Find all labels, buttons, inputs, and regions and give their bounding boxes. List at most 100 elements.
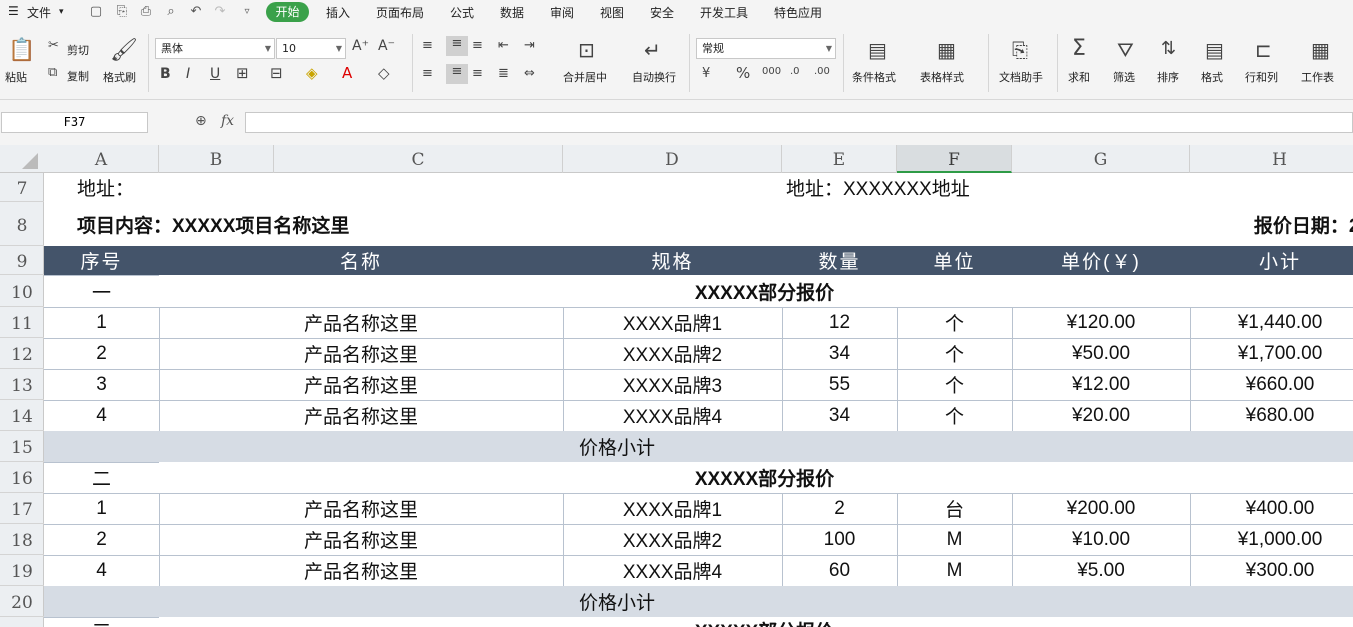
row-header-20[interactable]: 20 <box>0 586 44 617</box>
table-style-button[interactable]: 表格样式 <box>920 69 964 85</box>
paste-button[interactable]: 粘贴 <box>5 69 27 85</box>
item-unit[interactable]: M <box>897 524 1012 555</box>
merge-center-button[interactable]: 合并居中 <box>563 69 607 85</box>
row-header-8[interactable]: 8 <box>0 202 44 246</box>
conditional-format-icon[interactable]: ▤ <box>868 38 887 62</box>
section-title[interactable]: XXXXX部分报价 <box>159 462 1353 493</box>
doc-assistant-icon[interactable]: ⎘ <box>1012 38 1028 62</box>
copy-icon[interactable]: ⧉ <box>48 65 57 80</box>
item-spec[interactable]: XXXX品牌2 <box>563 524 782 555</box>
item-qty[interactable]: 34 <box>782 338 897 369</box>
item-no[interactable]: 1 <box>44 493 159 524</box>
item-subtotal[interactable]: ¥1,440.00 <box>1190 307 1353 338</box>
sort-button[interactable]: 排序 <box>1157 69 1179 85</box>
cut-button[interactable]: 剪切 <box>67 42 89 58</box>
item-price[interactable]: ¥120.00 <box>1012 307 1190 338</box>
item-subtotal[interactable]: ¥1,000.00 <box>1190 524 1353 555</box>
item-qty[interactable]: 100 <box>782 524 897 555</box>
doc-assistant-button[interactable]: 文档助手 <box>999 69 1043 85</box>
item-price[interactable]: ¥5.00 <box>1012 555 1190 586</box>
tab-data[interactable]: 数据 <box>500 4 524 21</box>
border-icon[interactable]: ⊞ <box>236 64 249 82</box>
table-header-name[interactable]: 名称 <box>159 246 563 275</box>
item-price[interactable]: ¥200.00 <box>1012 493 1190 524</box>
column-header-g[interactable]: G <box>1012 145 1190 173</box>
table-header-no[interactable]: 序号 <box>44 246 159 275</box>
section-title[interactable]: XXXXX部分报价 <box>159 617 1353 627</box>
row-header-16[interactable]: 16 <box>0 462 44 493</box>
tab-insert[interactable]: 插入 <box>326 4 350 21</box>
price-subtotal-label[interactable]: 价格小计 <box>44 431 1190 462</box>
row-header-11[interactable]: 11 <box>0 307 44 338</box>
percent-icon[interactable]: % <box>736 64 750 82</box>
clear-icon[interactable]: ◇ <box>378 64 390 82</box>
worksheet-icon[interactable]: ▦ <box>1311 38 1330 62</box>
merge-cells-icon[interactable]: ⊡ <box>578 38 595 62</box>
increase-decimal-icon[interactable]: .0 <box>790 66 800 77</box>
item-name[interactable]: 产品名称这里 <box>159 555 563 586</box>
align-right-icon[interactable]: ≡ <box>472 66 483 81</box>
section-index[interactable]: 一 <box>44 275 159 307</box>
column-header-d[interactable]: D <box>563 145 782 173</box>
decrease-font-icon[interactable]: A⁻ <box>378 38 395 54</box>
item-subtotal[interactable]: ¥1,700.00 <box>1190 338 1353 369</box>
print-icon[interactable]: ⎙ <box>138 4 154 19</box>
column-header-f[interactable]: F <box>897 145 1012 173</box>
print-preview-icon[interactable]: ⌕ <box>163 4 179 19</box>
format-painter-button[interactable]: 格式刷 <box>103 69 136 85</box>
item-subtotal[interactable]: ¥300.00 <box>1190 555 1353 586</box>
item-price[interactable]: ¥20.00 <box>1012 400 1190 431</box>
row-header-13[interactable]: 13 <box>0 369 44 400</box>
fill-color-icon[interactable]: ◈ <box>306 64 318 82</box>
item-price[interactable]: ¥10.00 <box>1012 524 1190 555</box>
format-painter-icon[interactable]: 🖌 <box>110 38 138 63</box>
table-header-qty[interactable]: 数量 <box>782 246 897 275</box>
address-label-left[interactable]: 地址： <box>44 173 563 202</box>
currency-icon[interactable]: ¥ <box>702 66 710 81</box>
item-spec[interactable]: XXXX品牌3 <box>563 369 782 400</box>
price-subtotal-label[interactable]: 价格小计 <box>44 586 1190 617</box>
filter-button[interactable]: 筛选 <box>1113 69 1135 85</box>
wrap-text-button[interactable]: 自动换行 <box>632 69 676 85</box>
row-col-icon[interactable]: ⊏ <box>1255 38 1272 62</box>
table-header-spec[interactable]: 规格 <box>563 246 782 275</box>
align-left-icon[interactable]: ≡ <box>422 66 433 81</box>
indent-increase-icon[interactable]: ⇥ <box>524 38 535 53</box>
item-name[interactable]: 产品名称这里 <box>159 400 563 431</box>
item-qty[interactable]: 2 <box>782 493 897 524</box>
align-middle-icon[interactable]: ≡ <box>446 36 468 56</box>
item-name[interactable]: 产品名称这里 <box>159 524 563 555</box>
cell-style-icon[interactable]: ⊟ <box>270 64 283 82</box>
more-icon[interactable]: ▿ <box>239 6 255 17</box>
sort-icon[interactable]: ⇅ <box>1161 38 1176 59</box>
tab-special[interactable]: 特色应用 <box>774 4 822 21</box>
bold-button[interactable]: B <box>160 66 171 82</box>
row-header-7[interactable]: 7 <box>0 173 44 202</box>
tab-page-layout[interactable]: 页面布局 <box>376 4 424 21</box>
chevron-down-icon[interactable]: ▾ <box>59 7 64 17</box>
scissors-icon[interactable]: ✂ <box>48 38 59 53</box>
item-name[interactable]: 产品名称这里 <box>159 338 563 369</box>
worksheet-button[interactable]: 工作表 <box>1301 69 1334 85</box>
item-unit[interactable]: 个 <box>897 338 1012 369</box>
item-name[interactable]: 产品名称这里 <box>159 307 563 338</box>
section-index[interactable]: 二 <box>44 462 159 493</box>
item-unit[interactable]: 个 <box>897 369 1012 400</box>
font-color-icon[interactable]: A <box>342 64 352 82</box>
zoom-icon[interactable]: ⊕ <box>195 113 207 129</box>
select-all-corner[interactable] <box>22 153 38 169</box>
redo-icon[interactable]: ↷ <box>212 4 228 19</box>
conditional-format-button[interactable]: 条件格式 <box>852 69 896 85</box>
row-header-18[interactable]: 18 <box>0 524 44 555</box>
item-spec[interactable]: XXXX品牌1 <box>563 493 782 524</box>
row-header-17[interactable]: 17 <box>0 493 44 524</box>
indent-decrease-icon[interactable]: ⇤ <box>498 38 509 53</box>
table-header-price[interactable]: 单价(￥) <box>1012 246 1190 275</box>
align-top-icon[interactable]: ≡ <box>422 38 433 53</box>
hamburger-icon[interactable]: ☰ <box>8 4 19 18</box>
column-header-a[interactable]: A <box>44 145 159 173</box>
item-subtotal[interactable]: ¥680.00 <box>1190 400 1353 431</box>
justify-icon[interactable]: ≣ <box>498 66 509 81</box>
row-header-10[interactable]: 10 <box>0 275 44 307</box>
item-unit[interactable]: M <box>897 555 1012 586</box>
